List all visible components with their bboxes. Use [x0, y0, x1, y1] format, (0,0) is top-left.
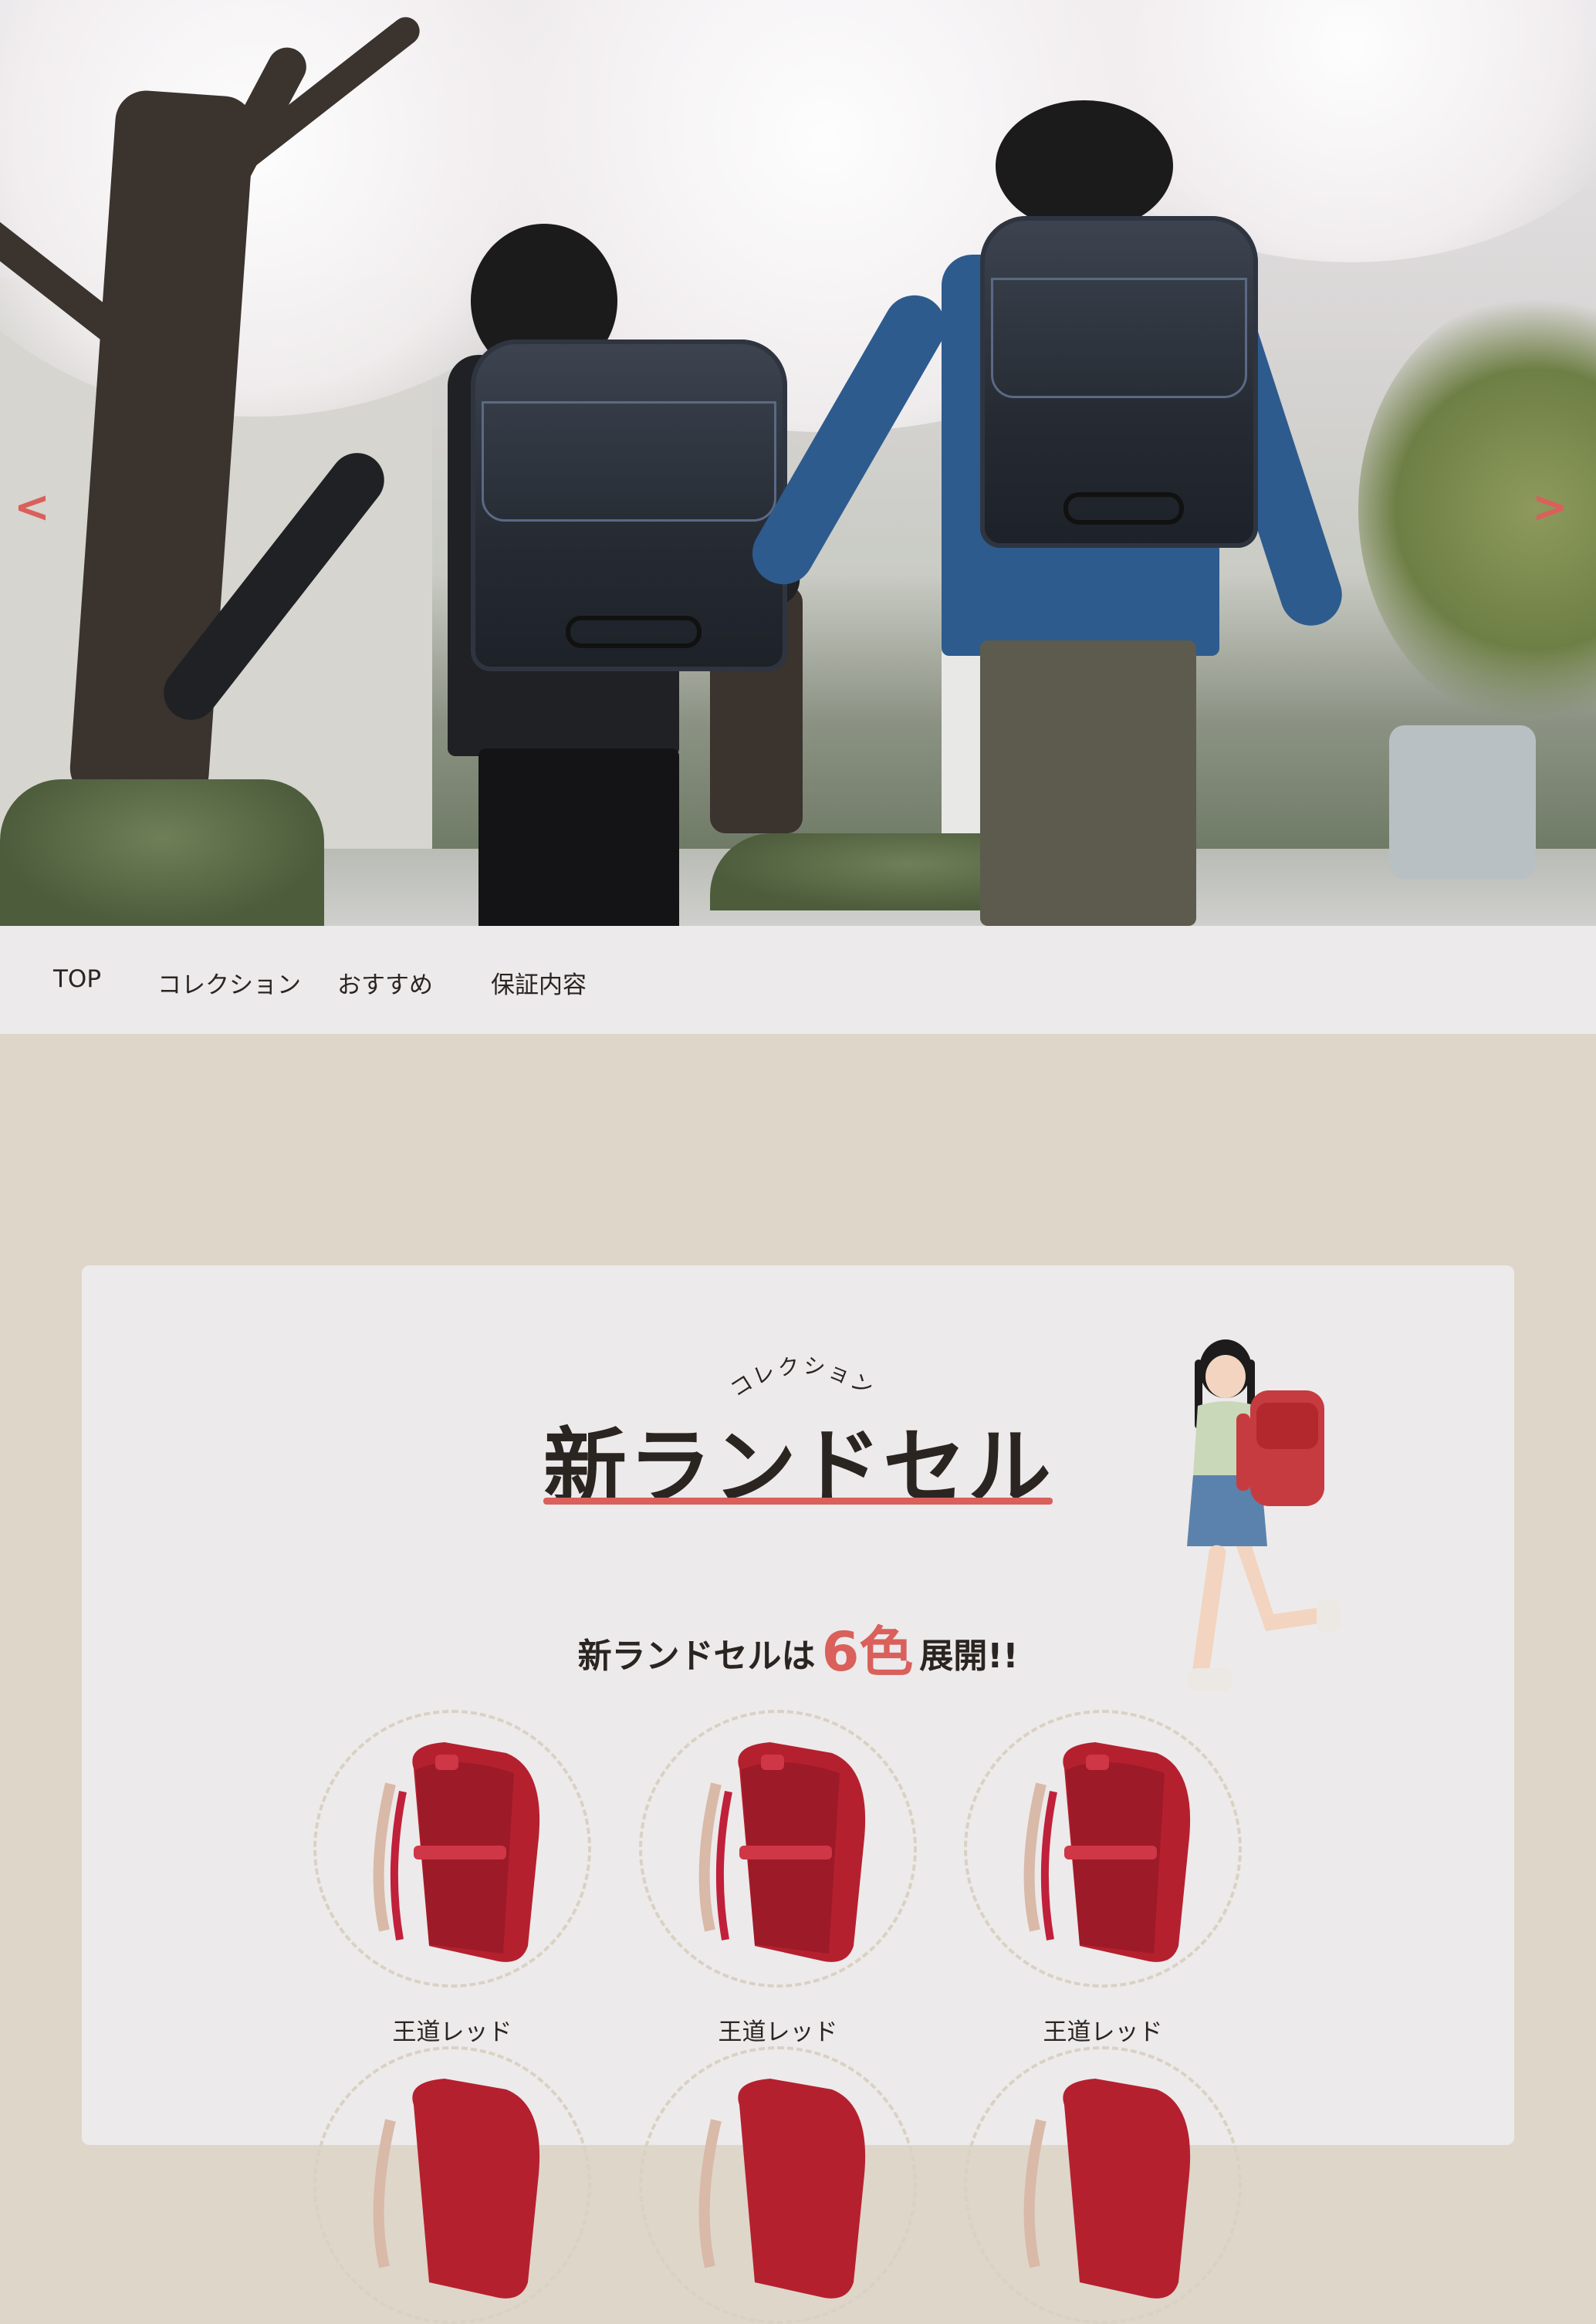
nav-item-top[interactable]: TOP [53, 965, 101, 993]
color-count: 6色 [821, 1620, 914, 1684]
slider-prev-arrow[interactable]: < [14, 486, 50, 529]
product-name: 王道レッド [718, 2018, 838, 2046]
randoseru-black [471, 339, 787, 671]
title-underline [543, 1498, 1053, 1505]
main-nav: TOP コレクション おすすめ 保証内容 [0, 926, 1596, 1034]
slider-next-arrow[interactable]: > [1532, 486, 1568, 529]
nav-item-recommend[interactable]: おすすめ [337, 965, 433, 1000]
randoseru-black [980, 216, 1258, 548]
product-name: 王道レッド [392, 2018, 512, 2046]
child-legs [478, 748, 679, 926]
section-subtitle: コレクション [725, 1353, 880, 1402]
lead-suffix: 展開!! [919, 1637, 1019, 1676]
red-randoseru-image [698, 1742, 866, 1962]
hero-slider: < > [0, 0, 1596, 926]
girl-with-red-randoseru-image [1187, 1339, 1340, 1691]
child-head [996, 100, 1173, 231]
lead-prefix: 新ランドセルは [577, 1637, 816, 1676]
red-randoseru-image [1023, 1742, 1191, 1962]
section-lead: 新ランドセルは 6色 展開!! [0, 1609, 1596, 1687]
red-randoseru-image [698, 2079, 866, 2299]
svg-text:コレクション: コレクション [725, 1353, 880, 1402]
parked-car [1389, 725, 1536, 880]
red-randoseru-image [1023, 2079, 1191, 2299]
child-left [153, 224, 849, 926]
nav-item-warranty[interactable]: 保証内容 [491, 965, 587, 1000]
nav-item-collection[interactable]: コレクション [157, 965, 301, 1000]
child-pants [980, 640, 1196, 926]
red-randoseru-image [373, 1742, 540, 1962]
red-randoseru-image [373, 2079, 540, 2299]
child-right [741, 100, 1358, 926]
product-name: 王道レッド [1043, 2018, 1163, 2046]
